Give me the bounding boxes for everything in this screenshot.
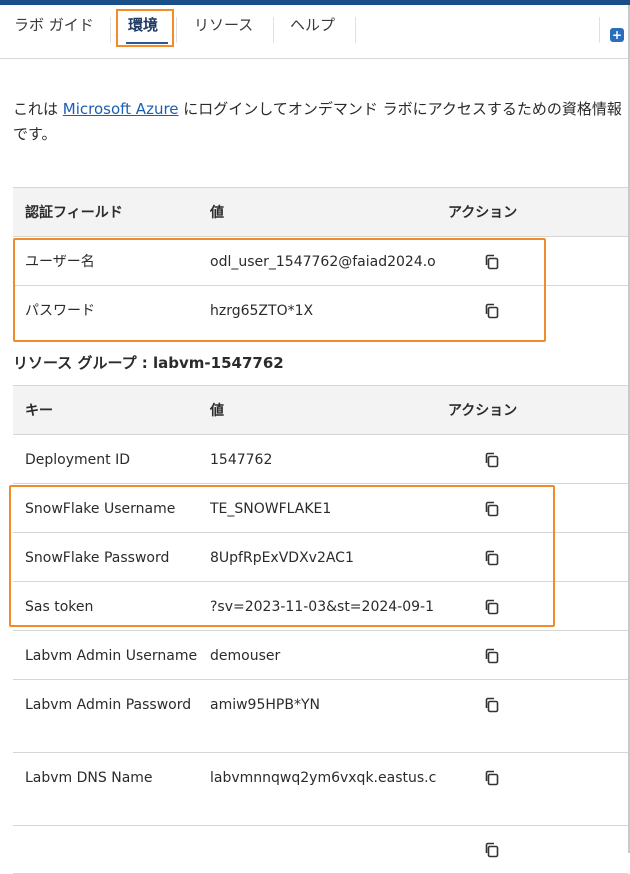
header-action: アクション xyxy=(448,205,518,221)
copy-icon[interactable] xyxy=(484,452,500,468)
table-header: キー 値 アクション xyxy=(13,385,628,435)
tab-highlight-box xyxy=(116,9,174,47)
table-row: Labvm Admin Username demouser xyxy=(13,631,628,680)
row-key: Deployment ID xyxy=(25,452,130,468)
tab-bar: ラボ ガイド 環境 リソース ヘルプ + xyxy=(0,5,630,59)
tab-divider xyxy=(110,17,111,43)
resource-group-title: リソース グループ : labvm-1547762 xyxy=(13,354,284,372)
table-row: Labvm DNS Name labvmnnqwq2ym6vxqk.eastus… xyxy=(13,753,628,826)
plus-icon[interactable]: + xyxy=(610,28,624,42)
table-row: Deployment ID 1547762 xyxy=(13,435,628,484)
tab-resources[interactable]: リソース xyxy=(194,5,253,45)
table-header: 認証フィールド 値 アクション xyxy=(13,187,628,237)
tab-divider xyxy=(273,17,274,43)
snowflake-highlight-box xyxy=(9,485,555,627)
row-key: Labvm DNS Name xyxy=(25,770,153,786)
row-value: amiw95HPB*YN xyxy=(210,697,320,713)
row-key: Labvm Admin Password xyxy=(25,697,192,713)
copy-icon[interactable] xyxy=(484,697,500,713)
row-value: demouser xyxy=(210,648,281,664)
header-action: アクション xyxy=(448,403,518,419)
row-value: labvmnnqwq2ym6vxqk.eastus.c xyxy=(210,770,437,786)
header-value: 値 xyxy=(210,403,224,419)
tab-lab-guide[interactable]: ラボ ガイド xyxy=(14,5,94,45)
table-row xyxy=(13,826,628,874)
azure-link[interactable]: Microsoft Azure xyxy=(63,100,179,118)
copy-icon[interactable] xyxy=(484,770,500,786)
table-row: Labvm Admin Password amiw95HPB*YN xyxy=(13,680,628,753)
intro-text: これは Microsoft Azure にログインしてオンデマンド ラボにアクセ… xyxy=(13,97,623,147)
copy-icon[interactable] xyxy=(484,648,500,664)
credentials-highlight-box xyxy=(13,238,546,342)
tab-divider xyxy=(599,17,600,43)
tab-divider xyxy=(355,17,356,43)
resource-table: キー 値 アクション Deployment ID 1547762 SnowFla… xyxy=(13,385,628,874)
header-key: キー xyxy=(25,403,53,419)
header-value: 値 xyxy=(210,205,224,221)
copy-icon[interactable] xyxy=(484,842,500,858)
intro-before: これは xyxy=(13,100,63,118)
tab-help[interactable]: ヘルプ xyxy=(290,5,335,45)
row-key: Labvm Admin Username xyxy=(25,648,198,664)
row-value: 1547762 xyxy=(210,452,273,468)
tab-divider xyxy=(176,17,177,43)
header-field: 認証フィールド xyxy=(25,205,123,221)
